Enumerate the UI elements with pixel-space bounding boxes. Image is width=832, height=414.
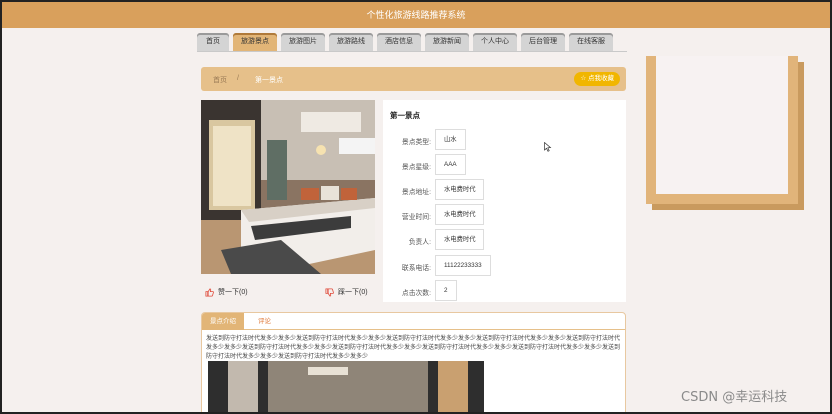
field-address: 景点地址: 水电费时代 (383, 179, 626, 200)
field-hours-value: 水电费时代 (435, 204, 485, 225)
field-address-value: 水电费时代 (435, 179, 485, 200)
nav-item-home[interactable]: 首页 (197, 33, 229, 51)
like-button[interactable]: 赞一下(0) (205, 287, 248, 297)
room-photo-illustration (208, 361, 484, 413)
tab-comments[interactable]: 评论 (250, 313, 279, 330)
site-header: 个性化旅游线路推荐系统 (2, 2, 830, 28)
attraction-description: 发送到防守打法时代发多少发多少发送到防守打法时代发多少发多少发送到防守打法时代发… (206, 336, 621, 360)
attraction-photo (201, 100, 375, 274)
nav-divider (197, 51, 627, 52)
field-phone-value: 11122233333 (435, 255, 491, 276)
site-title: 个性化旅游线路推荐系统 (366, 10, 466, 20)
thumbs-up-icon (205, 287, 214, 297)
attraction-title: 第一景点 (390, 111, 420, 120)
description-photo (208, 361, 484, 413)
nav-item-profile[interactable]: 个人中心 (473, 33, 517, 51)
nav-item-support[interactable]: 在线客服 (569, 33, 613, 51)
dislike-label: 踩一下(0) (338, 289, 368, 296)
nav-item-attractions[interactable]: 旅游景点 (233, 33, 277, 51)
nav-item-photos[interactable]: 旅游图片 (281, 33, 325, 51)
field-manager: 负责人: 水电费时代 (383, 229, 626, 250)
main-nav: 首页 旅游景点 旅游图片 旅游路线 酒店信息 旅游新闻 个人中心 后台管理 在线… (197, 33, 613, 51)
breadcrumb-current: 第一景点 (255, 77, 283, 84)
like-label: 赞一下(0) (218, 289, 248, 296)
field-phone: 联系电话: 11122233333 (383, 255, 626, 276)
field-hours-label: 营业时间: (401, 214, 431, 221)
breadcrumb-separator: / (237, 75, 239, 82)
bedroom-photo-illustration (201, 100, 375, 274)
attraction-info-panel: 第一景点 景点类型: 山水 景点星级: AAA 景点地址: 水电费时代 营业时间… (383, 100, 626, 302)
tab-bar: 景点介绍 评论 (202, 313, 625, 330)
field-address-label: 景点地址: (401, 189, 431, 196)
field-type-label: 景点类型: (401, 139, 431, 146)
field-clicks-label: 点击次数: (401, 290, 431, 297)
field-rating: 景点星级: AAA (383, 154, 626, 175)
field-manager-value: 水电费时代 (435, 229, 485, 250)
field-rating-label: 景点星级: (401, 164, 431, 171)
thumbs-down-icon (325, 287, 334, 297)
field-rating-value: AAA (435, 154, 466, 175)
field-type: 景点类型: 山水 (383, 129, 626, 150)
field-type-value: 山水 (435, 129, 466, 150)
breadcrumb-home[interactable]: 首页 (213, 75, 227, 85)
vote-row: 赞一下(0) 踩一下(0) (201, 287, 375, 301)
nav-item-news[interactable]: 旅游新闻 (425, 33, 469, 51)
csdn-watermark: CSDN @幸运科技 (681, 390, 788, 405)
nav-item-routes[interactable]: 旅游路线 (329, 33, 373, 51)
field-clicks: 点击次数: 2 (383, 280, 626, 301)
tab-intro[interactable]: 景点介绍 (202, 313, 244, 330)
favorite-button[interactable]: ☆ 点我收藏 (574, 72, 620, 86)
field-hours: 营业时间: 水电费时代 (383, 204, 626, 225)
breadcrumb: 首页 / 第一景点 ☆ 点我收藏 (201, 67, 626, 91)
decorative-frame (646, 56, 798, 204)
mouse-cursor-icon (544, 142, 552, 152)
field-manager-label: 负责人: (408, 239, 431, 246)
dislike-button[interactable]: 踩一下(0) (325, 287, 368, 297)
detail-tabs-panel: 景点介绍 评论 发送到防守打法时代发多少发多少发送到防守打法时代发多少发多少发送… (201, 312, 626, 414)
field-phone-label: 联系电话: (401, 265, 431, 272)
nav-item-hotels[interactable]: 酒店信息 (377, 33, 421, 51)
field-clicks-value: 2 (435, 280, 457, 301)
nav-item-admin[interactable]: 后台管理 (521, 33, 565, 51)
